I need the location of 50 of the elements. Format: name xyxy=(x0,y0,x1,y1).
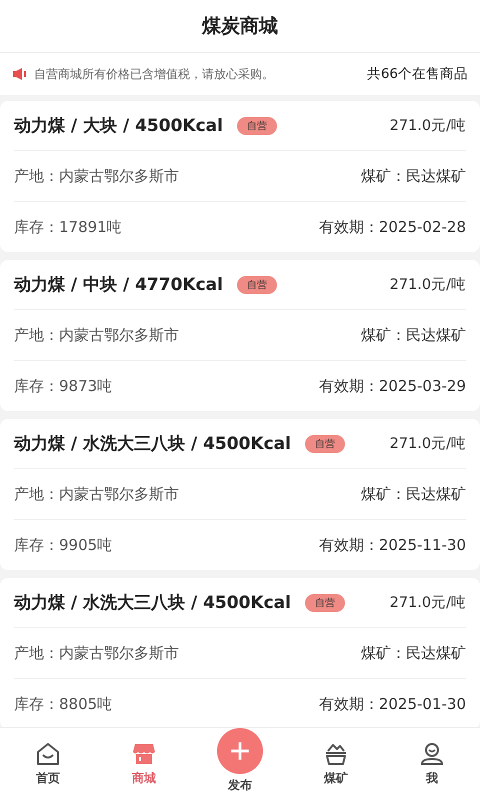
expiry-text: 有效期：2025-11-30 xyxy=(318,536,466,554)
tab-item[interactable]: 发布 xyxy=(192,728,288,800)
self-operated-badge: 自营 xyxy=(304,594,345,612)
tab-item[interactable]: 我 xyxy=(384,728,480,800)
product-price: 271.0元/吨 xyxy=(390,117,466,135)
stock-text: 库存：9873吨 xyxy=(14,376,112,396)
product-title: 动力煤 / 水洗大三八块 / 4500Kcal xyxy=(14,592,291,614)
mine-text: 煤矿：民达煤矿 xyxy=(361,326,466,344)
stock-text: 库存：17891吨 xyxy=(14,218,122,236)
origin-text: 产地：内蒙古鄂尔多斯市 xyxy=(14,326,179,344)
product-count: 共66个在售商品 xyxy=(366,65,468,83)
product-price: 271.0元/吨 xyxy=(390,276,466,294)
tab-item[interactable]: 煤矿 xyxy=(288,728,384,800)
plus-icon xyxy=(229,740,251,762)
person-icon xyxy=(419,741,445,767)
stock-text: 库存：8805吨 xyxy=(14,694,112,714)
product-title: 动力煤 / 大块 / 4500Kcal xyxy=(14,115,223,137)
notice-text: 自营商城所有价格已含增值税，请放心采购。 xyxy=(34,66,275,82)
tab-label: 首页 xyxy=(36,770,60,787)
origin-text: 产地：内蒙古鄂尔多斯市 xyxy=(14,484,179,504)
product-title: 动力煤 / 中块 / 4770Kcal xyxy=(14,274,223,296)
mine-text: 煤矿：民达煤矿 xyxy=(361,166,466,186)
product-card[interactable]: 动力煤 / 水洗大三八块 / 4500Kcal 自营 271.0元/吨 产地：内蒙古鄂尔多斯市 煤矿：民达煤矿 库存：8805吨 有效期：2025-01-30 xyxy=(0,578,480,727)
stock-text: 库存：9905吨 xyxy=(14,536,112,554)
megaphone-icon xyxy=(12,67,28,81)
expiry-text: 有效期：2025-03-29 xyxy=(318,376,466,396)
tab-label: 我 xyxy=(426,770,438,787)
tab-label: 发布 xyxy=(228,777,252,794)
basket-icon xyxy=(323,741,349,767)
product-card[interactable]: 动力煤 / 水洗大三八块 / 4500Kcal 自营 271.0元/吨 产地：内蒙古鄂尔多斯市 煤矿：民达煤矿 库存：9905吨 有效期：2025-11-30 xyxy=(0,419,480,570)
house-icon xyxy=(35,741,61,767)
mine-text: 煤矿：民达煤矿 xyxy=(361,484,466,504)
tab-label: 煤矿 xyxy=(324,770,348,787)
product-title: 动力煤 / 水洗大三八块 / 4500Kcal xyxy=(14,433,291,455)
expiry-text: 有效期：2025-01-30 xyxy=(318,694,466,714)
product-card[interactable]: 动力煤 / 中块 / 4770Kcal 自营 271.0元/吨 产地：内蒙古鄂尔多斯市 煤矿：民达煤矿 库存：9873吨 有效期：2025-03-29 xyxy=(0,260,480,411)
origin-text: 产地：内蒙古鄂尔多斯市 xyxy=(14,644,179,662)
self-operated-badge: 自营 xyxy=(236,276,277,294)
tab-item[interactable]: 首页 xyxy=(0,728,96,800)
storefront-icon xyxy=(131,741,157,767)
product-price: 271.0元/吨 xyxy=(390,435,466,453)
mine-text: 煤矿：民达煤矿 xyxy=(361,644,466,662)
origin-text: 产地：内蒙古鄂尔多斯市 xyxy=(14,166,179,186)
product-price: 271.0元/吨 xyxy=(390,594,466,612)
self-operated-badge: 自营 xyxy=(236,116,277,134)
page-title: 煤炭商城 xyxy=(202,14,278,39)
self-operated-badge: 自营 xyxy=(304,434,345,452)
expiry-text: 有效期：2025-02-28 xyxy=(318,218,466,236)
tab-label: 商城 xyxy=(132,770,156,787)
product-card[interactable]: 动力煤 / 大块 / 4500Kcal 自营 271.0元/吨 产地：内蒙古鄂尔多斯市 煤矿：民达煤矿 库存：17891吨 有效期：2025-02-28 xyxy=(0,101,480,252)
